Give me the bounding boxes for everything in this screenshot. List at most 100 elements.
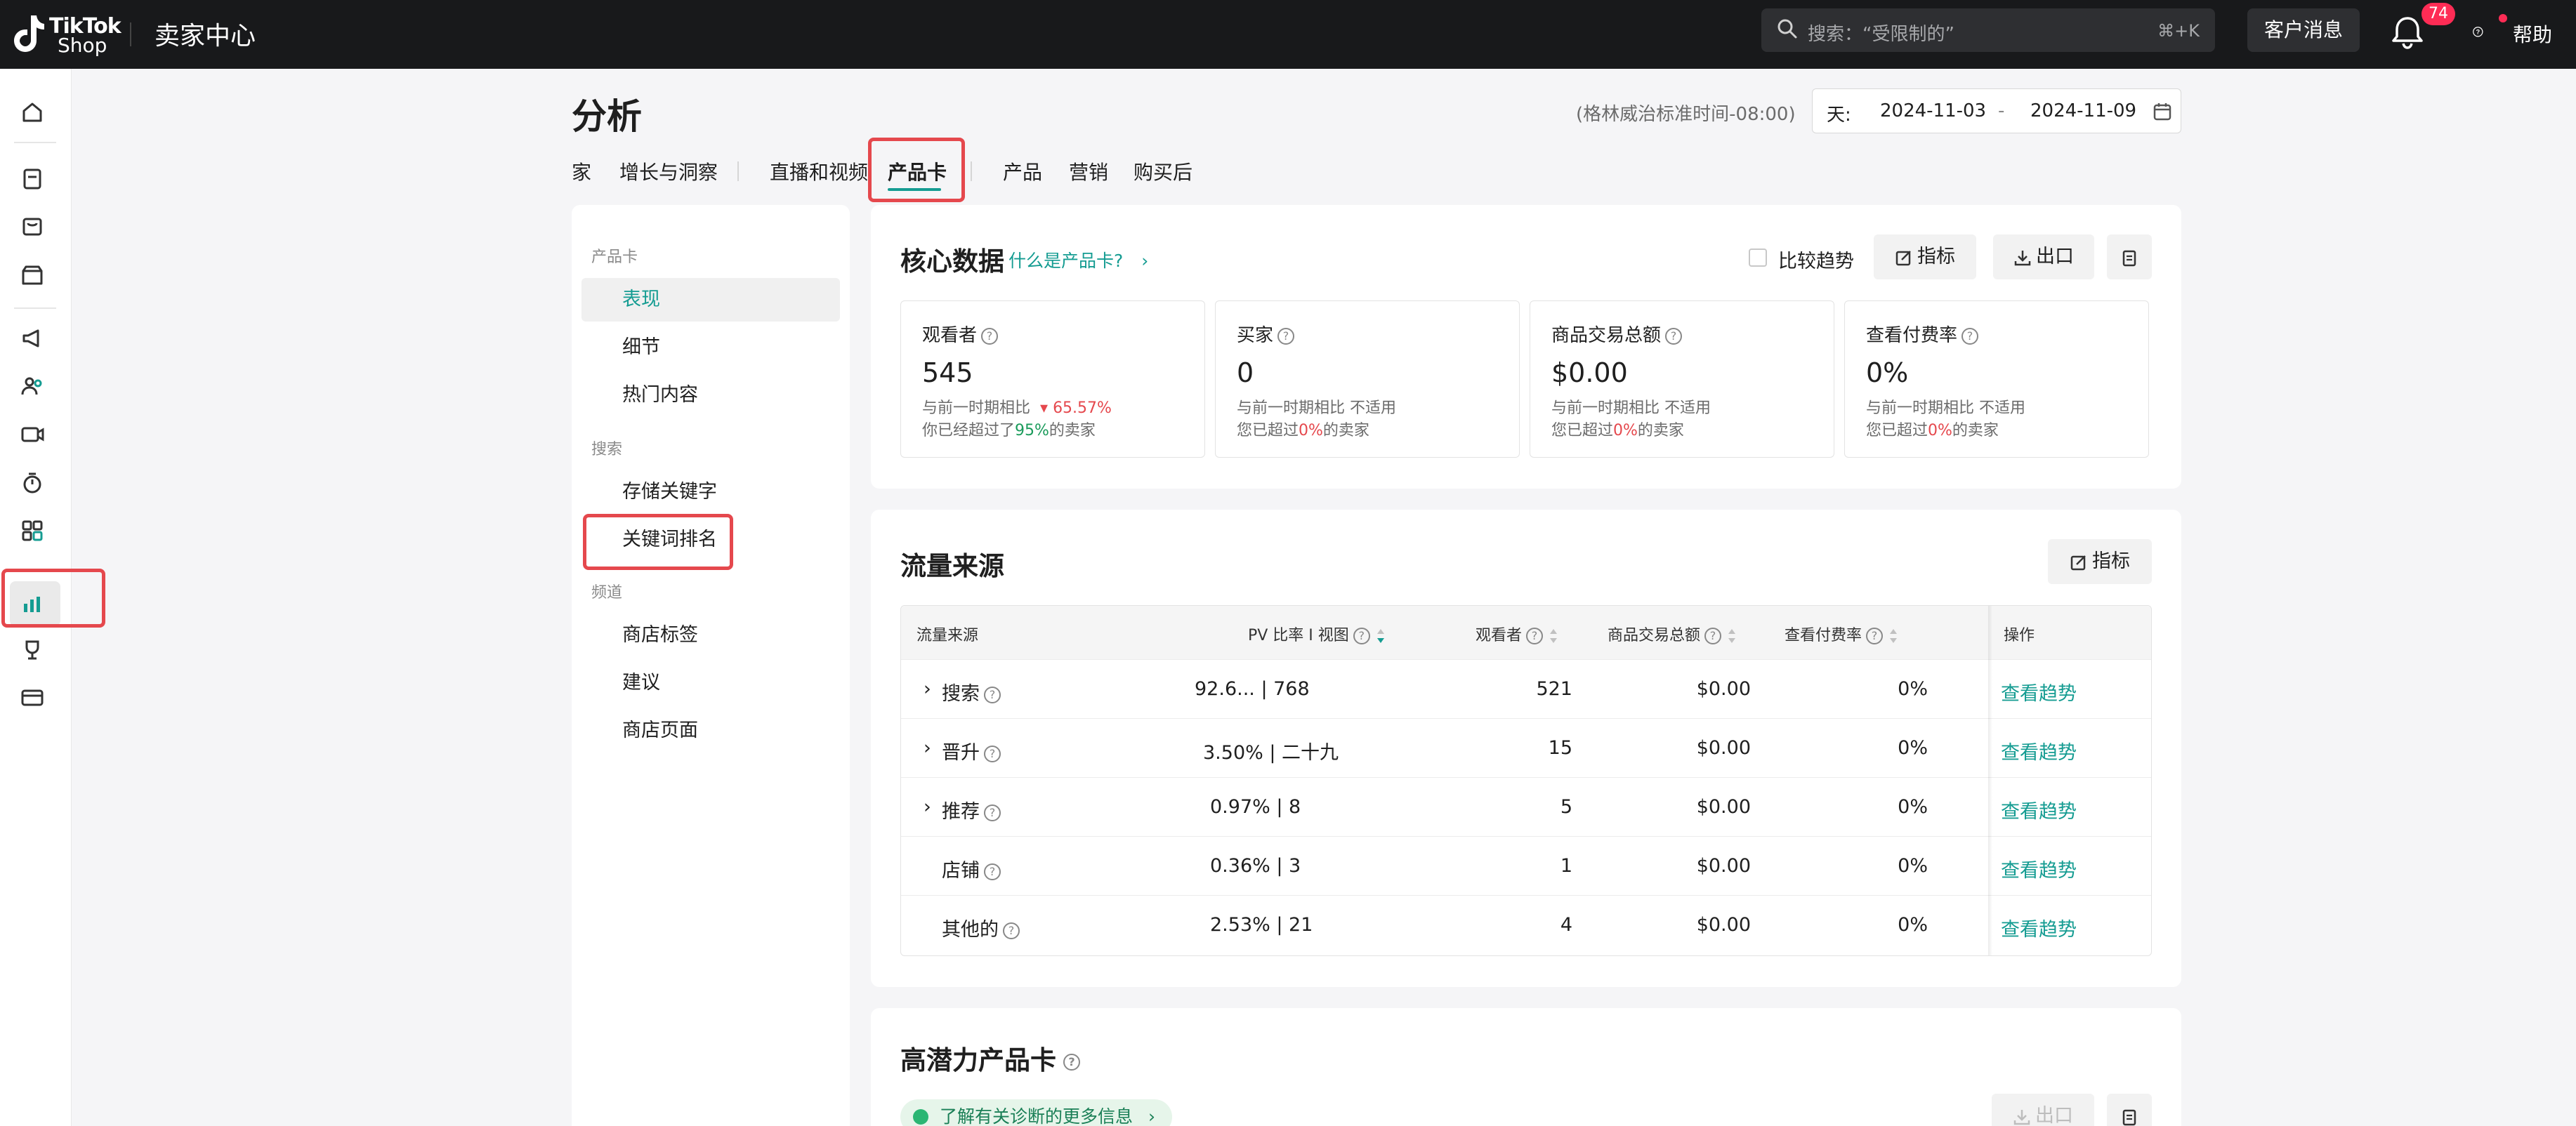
sort-icon[interactable]: [1727, 628, 1737, 644]
date-start[interactable]: 2024-11-03: [1880, 100, 1986, 121]
chevron-right-icon: ›: [1148, 1106, 1155, 1126]
core-data-title: 核心数据: [900, 246, 1004, 277]
date-end[interactable]: 2024-11-09: [2030, 100, 2136, 121]
side-item-details[interactable]: 细节: [581, 326, 840, 369]
bell-icon[interactable]: [2386, 14, 2429, 51]
view-trend-link[interactable]: 查看趋势: [2001, 678, 2077, 706]
sort-icon[interactable]: [1888, 628, 1898, 644]
finance-card-icon[interactable]: [18, 684, 46, 712]
what-is-product-card-link[interactable]: 什么是产品卡? ›: [1008, 247, 1148, 272]
col-gmv[interactable]: 商品交易总额?: [1608, 623, 1737, 645]
live-video-icon[interactable]: [18, 420, 46, 448]
page-title: 分析: [572, 96, 642, 137]
help-circle-icon[interactable]: ?: [1277, 327, 1295, 345]
home-icon[interactable]: [18, 98, 46, 126]
sort-icon[interactable]: [1549, 628, 1558, 644]
help-circle-icon[interactable]: ?: [984, 745, 1001, 762]
tiktok-note-icon: [14, 15, 44, 52]
timer-icon[interactable]: [18, 469, 46, 497]
tab-live-video[interactable]: 直播和视频: [770, 157, 868, 185]
expand-chevron-icon[interactable]: ›: [924, 796, 931, 818]
tiktok-shop-logo[interactable]: TikTok Shop: [8, 10, 121, 59]
col-view-pay-rate[interactable]: 查看付费率?: [1785, 623, 1898, 645]
date-range-picker[interactable]: 天: 2024-11-03 - 2024-11-09: [1812, 88, 2181, 133]
view-trend-link[interactable]: 查看趋势: [2001, 796, 2077, 823]
metric-card-view-pay-rate[interactable]: 查看付费率? 0% 与前一时期相比 不适用 您已超过0%的卖家: [1844, 300, 2149, 458]
compare-trend-checkbox[interactable]: [1749, 249, 1767, 267]
tab-home[interactable]: 家: [572, 157, 591, 185]
traffic-metrics-label: 指标: [2092, 550, 2130, 572]
side-item-suggestions[interactable]: 建议: [581, 661, 840, 705]
help-circle-icon[interactable]: ?: [981, 327, 999, 345]
metric-comparison: 与前一时期相比 不适用: [1237, 395, 1396, 418]
help-circle-icon[interactable]: ?: [1063, 1053, 1080, 1071]
metric-card-gmv[interactable]: 商品交易总额? $0.00 与前一时期相比 不适用 您已超过0%的卖家: [1530, 300, 1834, 458]
expand-chevron-icon[interactable]: ›: [924, 737, 931, 759]
potential-export-button[interactable]: 出口: [1992, 1094, 2094, 1126]
view-trend-link[interactable]: 查看趋势: [2001, 914, 2077, 941]
tab-after-sales[interactable]: 购买后: [1133, 157, 1192, 185]
export-button[interactable]: 出口: [1993, 234, 2094, 279]
help-circle-icon[interactable]: ?: [1665, 327, 1683, 345]
expand-chevron-icon[interactable]: ›: [924, 678, 931, 700]
metrics-button[interactable]: 指标: [1874, 234, 1976, 279]
side-item-stored-keywords[interactable]: 存储关键字: [581, 470, 840, 514]
table-row-shop: 店铺? 0.36% | 3 1 $0.00 0% 查看趋势: [901, 836, 2151, 895]
help-circle-icon[interactable]: ?: [1003, 922, 1020, 939]
notification-badge: 74: [2421, 3, 2455, 25]
traffic-metrics-button[interactable]: 指标: [2048, 539, 2152, 584]
diagnosis-info-link[interactable]: 了解有关诊断的更多信息 ›: [900, 1099, 1172, 1126]
tab-marketing[interactable]: 营销: [1069, 157, 1108, 185]
side-item-shop-page[interactable]: 商店页面: [581, 709, 840, 753]
trophy-icon[interactable]: [18, 636, 46, 664]
pv-cell: 3.50% | 二十九: [1203, 742, 1339, 764]
tab-products[interactable]: 产品: [1003, 157, 1042, 185]
source-cell: 搜索?: [942, 678, 1001, 706]
metric-card-buyers[interactable]: 买家? 0 与前一时期相比 不适用 您已超过0%的卖家: [1215, 300, 1520, 458]
marketing-megaphone-icon[interactable]: [18, 324, 46, 352]
sticky-column-shadow: [1988, 606, 1992, 955]
pv-cell: 0.97% | 8: [1210, 796, 1301, 818]
help-circle-icon[interactable]: ?: [1704, 628, 1722, 644]
notes-button[interactable]: [2107, 234, 2152, 279]
source-name: 店铺: [942, 860, 980, 882]
side-item-shop-tab[interactable]: 商店标签: [581, 614, 840, 657]
analytics-highlight-box: [1, 569, 105, 628]
global-search[interactable]: 搜索：“受限制的” ⌘+K: [1761, 8, 2215, 52]
view-trend-link[interactable]: 查看趋势: [2001, 737, 2077, 764]
affiliates-users-icon[interactable]: [18, 372, 46, 400]
sort-icon-active[interactable]: [1376, 628, 1386, 644]
help-circle-icon[interactable]: ?: [984, 686, 1001, 703]
products-icon[interactable]: [18, 212, 46, 240]
help-circle-icon[interactable]: ?: [1961, 327, 1979, 345]
date-granularity[interactable]: 天:: [1827, 100, 1851, 126]
col-viewers[interactable]: 观看者?: [1476, 623, 1558, 645]
orders-icon[interactable]: [18, 164, 46, 192]
potential-notes-button[interactable]: [2107, 1094, 2152, 1126]
help-circle-icon[interactable]: ?: [1353, 628, 1370, 644]
col-gmv-label: 商品交易总额: [1608, 627, 1701, 644]
table-row-recommendation: › 推荐? 0.97% | 8 5 $0.00 0% 查看趋势: [901, 777, 2151, 836]
side-group-label: 搜索: [591, 441, 623, 458]
side-item-performance[interactable]: 表现: [581, 278, 840, 322]
help-label[interactable]: 帮助: [2513, 20, 2552, 48]
help-circle-icon[interactable]: ?: [984, 863, 1001, 880]
help-circle-icon[interactable]: ?: [1526, 628, 1544, 644]
source-cell: 店铺?: [942, 855, 1001, 882]
side-item-hot-content[interactable]: 热门内容: [581, 373, 840, 417]
tab-growth-insights[interactable]: 增长与洞察: [619, 157, 718, 185]
help-circle-icon[interactable]: ?: [1866, 628, 1884, 644]
shop-icon[interactable]: [18, 261, 46, 289]
logo-text-shop: Shop: [58, 34, 107, 57]
customer-messages-button[interactable]: 客户消息: [2247, 8, 2360, 52]
gmv-cell: $0.00: [1696, 678, 1751, 700]
apps-grid-icon[interactable]: [18, 517, 46, 545]
col-pv-ratio[interactable]: PV 比率 I 视图?: [1248, 623, 1386, 645]
compare-trend-label[interactable]: 比较趋势: [1778, 246, 1854, 273]
help-circle-icon[interactable]: ?: [984, 804, 1001, 821]
high-potential-card: 高潜力产品卡? 了解有关诊断的更多信息 › 出口: [871, 1008, 2181, 1126]
metric-card-viewers[interactable]: 观看者? 545 与前一时期相比 ▾ 65.57% 你已经超过了95%的卖家: [900, 300, 1205, 458]
metric-value: 545: [922, 357, 973, 388]
calendar-icon[interactable]: [2153, 102, 2172, 121]
view-trend-link[interactable]: 查看趋势: [2001, 855, 2077, 882]
